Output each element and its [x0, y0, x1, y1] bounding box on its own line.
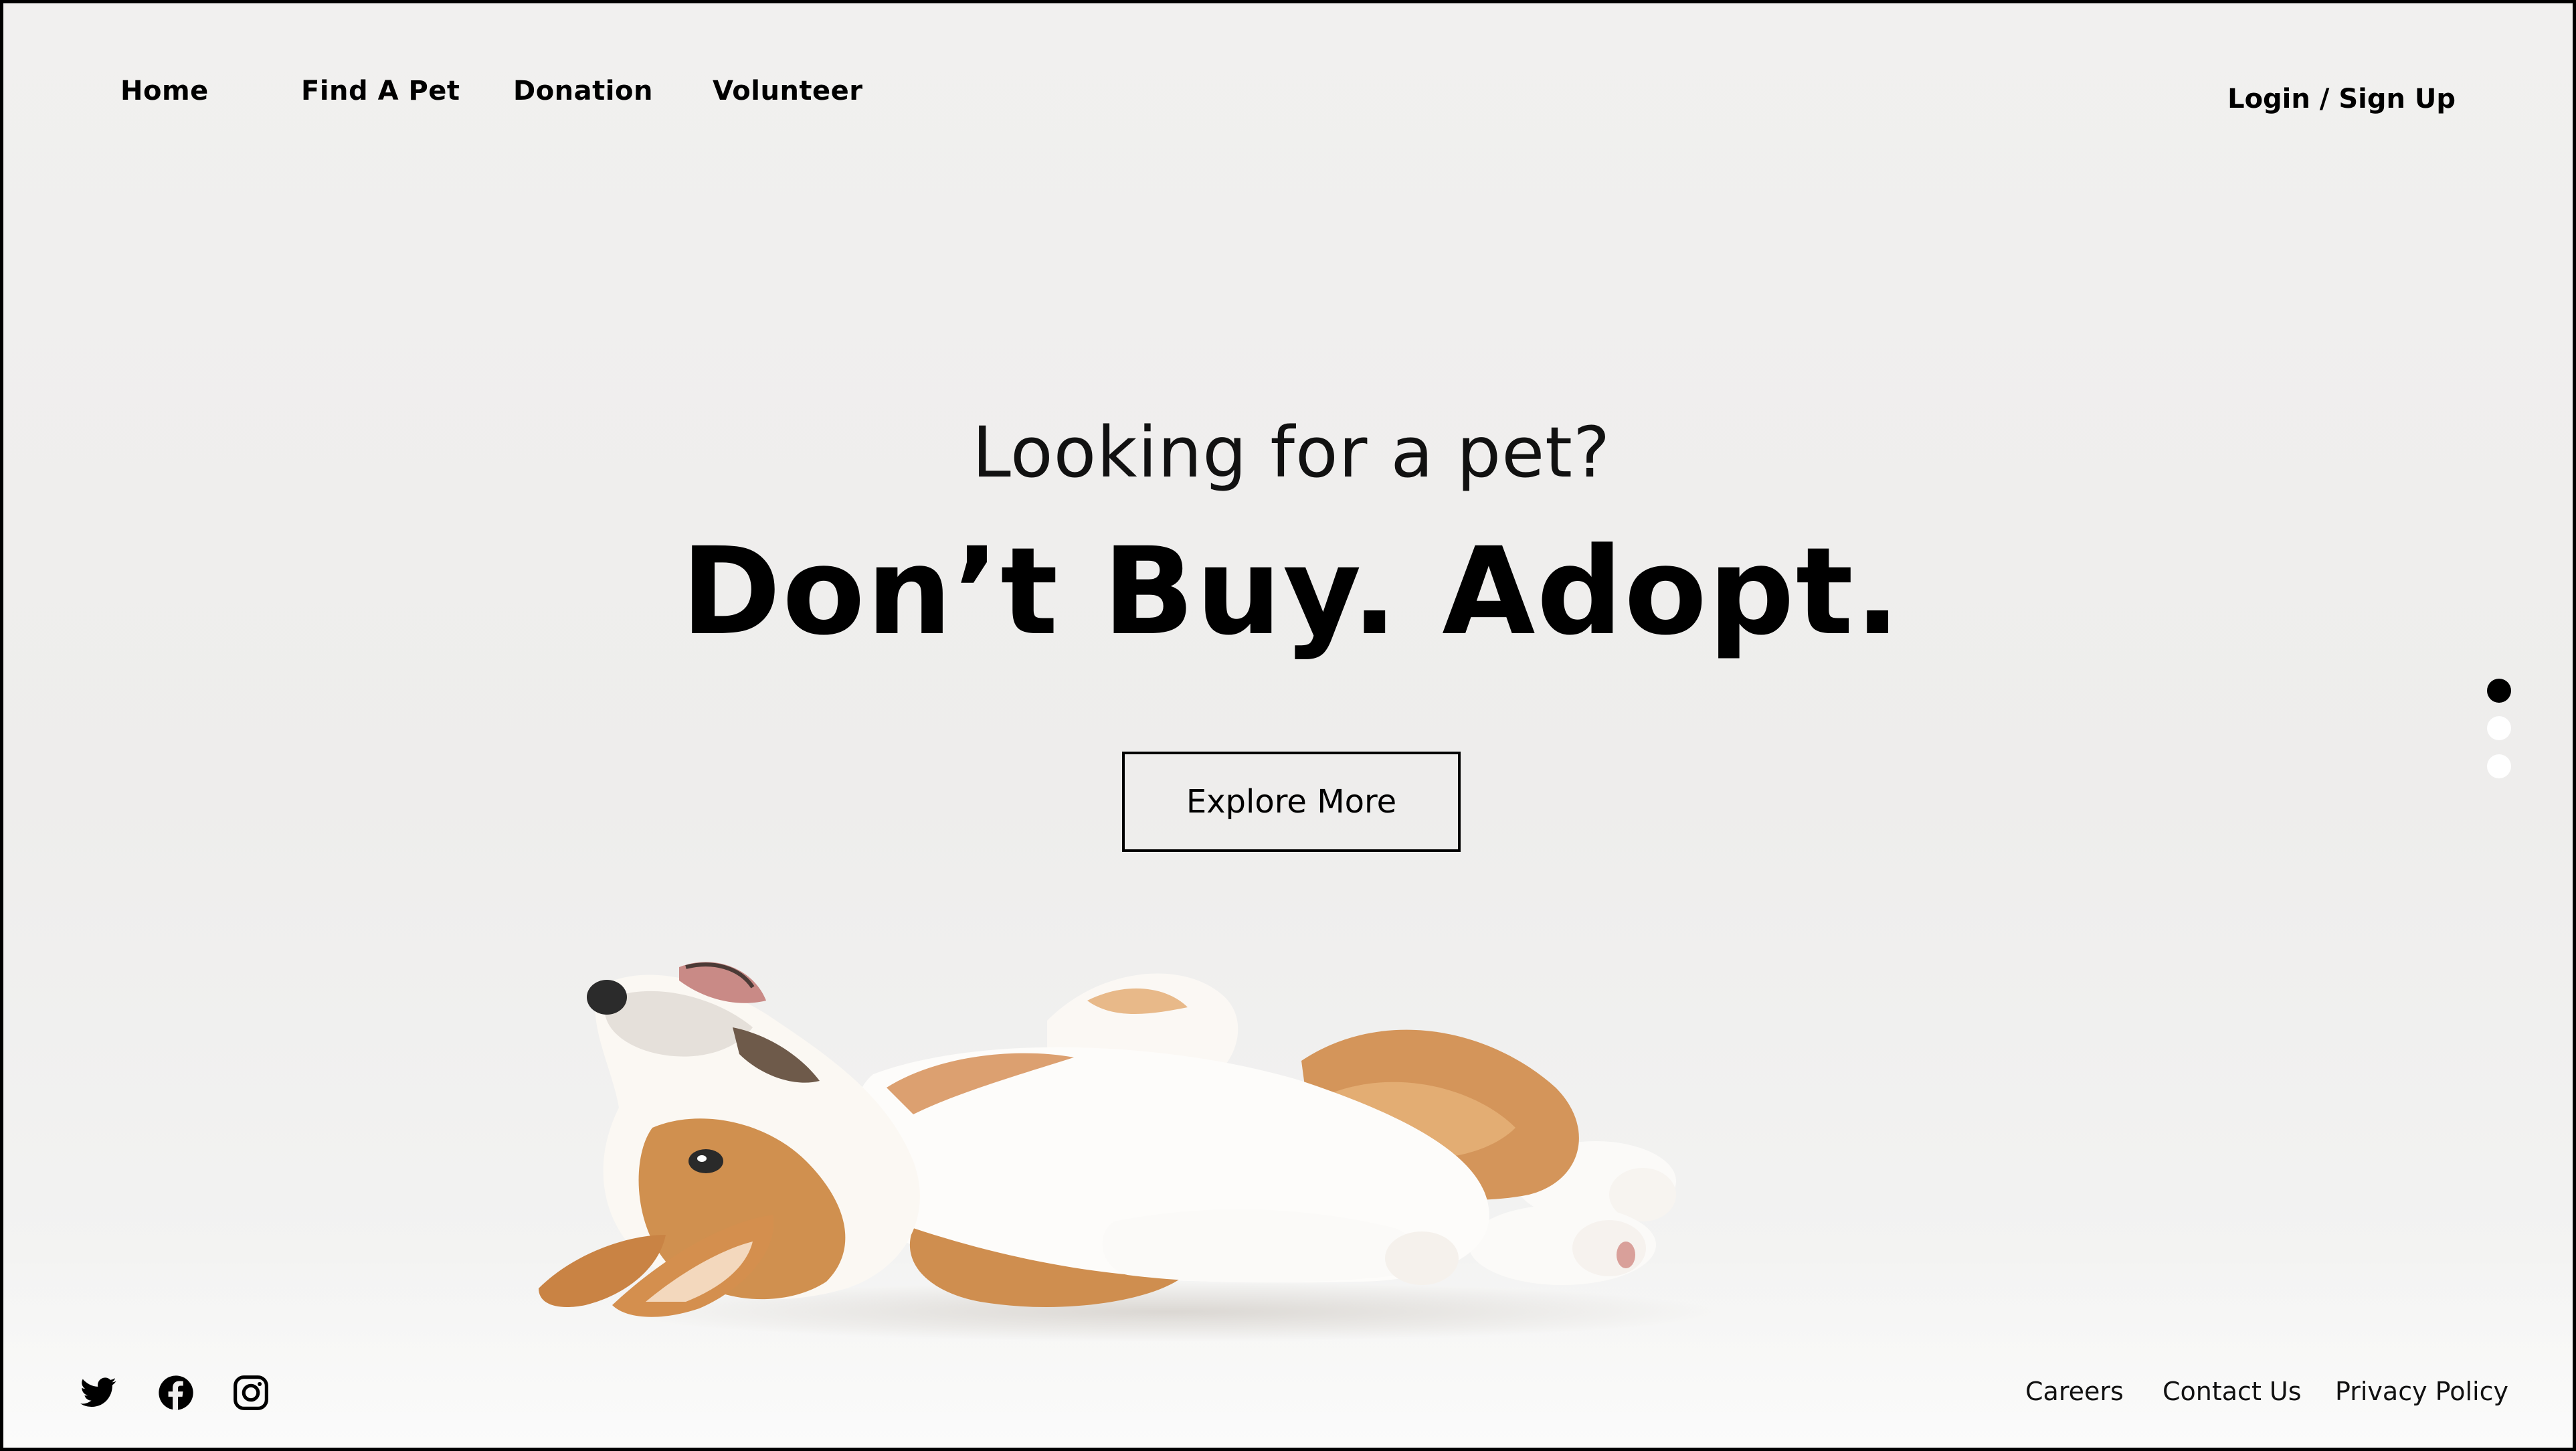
nav-home-link[interactable]: Home: [120, 76, 209, 106]
carousel-dot-2[interactable]: [2487, 716, 2511, 740]
nav-donation-link[interactable]: Donation: [513, 76, 653, 106]
carousel-dot-3[interactable]: [2487, 754, 2511, 778]
hero-subtitle: Looking for a pet?: [972, 412, 1611, 493]
carousel-dot-1[interactable]: [2487, 679, 2511, 703]
nav-volunteer-link[interactable]: Volunteer: [713, 76, 863, 106]
corgi-puppy-image: [539, 962, 1716, 1342]
login-signup-link[interactable]: Login / Sign Up: [2227, 84, 2456, 114]
footer-careers-link[interactable]: Careers: [2025, 1377, 2124, 1406]
footer-contact-us-link[interactable]: Contact Us: [2163, 1377, 2302, 1406]
twitter-icon[interactable]: [80, 1374, 118, 1412]
facebook-icon[interactable]: [157, 1374, 195, 1412]
landing-page: Home Find A Pet Donation Volunteer Login…: [0, 0, 2576, 1451]
footer-privacy-policy-link[interactable]: Privacy Policy: [2335, 1377, 2508, 1406]
explore-more-button[interactable]: Explore More: [1122, 752, 1461, 852]
nav-find-a-pet-link[interactable]: Find A Pet: [301, 76, 460, 106]
hero-title: Don’t Buy. Adopt.: [680, 522, 1902, 662]
instagram-icon[interactable]: [232, 1374, 270, 1412]
